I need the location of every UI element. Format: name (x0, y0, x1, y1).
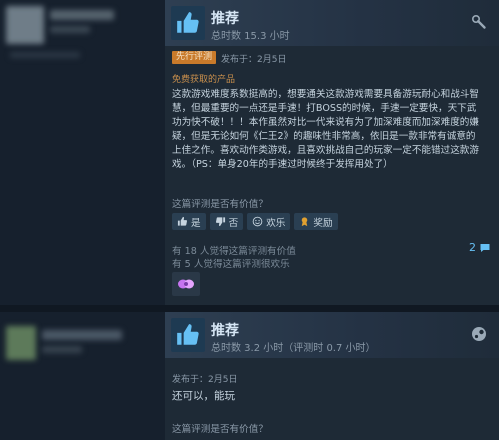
award-ribbon-icon (302, 217, 308, 227)
review-content-1: 推荐 总时数 15.3 小时 先行评测 发布于：2月5日 免费获取的产品 这款游… (165, 0, 499, 305)
reviewer-avatar[interactable] (6, 6, 44, 44)
comment-count: 2 (469, 241, 476, 254)
vote-buttons: 是 否 欢乐 奖励 (172, 213, 338, 230)
posted-date-2: 发布于：2月5日 (172, 375, 238, 385)
helpful-question-2: 这篇评测是否有价值？ (172, 424, 268, 435)
hours-on-record: 总时数 3.2 小时（评测时 0.7 小时） (211, 343, 376, 354)
early-access-badge: 先行评测 (172, 51, 217, 64)
vote-header-2[interactable]: 推荐 总时数 3.2 小时（评测时 0.7 小时） (165, 312, 499, 358)
award-icon (178, 279, 194, 289)
reviewer-info-blurred (0, 0, 160, 305)
reviewer-info-blurred-2 (0, 312, 160, 440)
steam-wrench-icon (471, 14, 486, 29)
review-divider (0, 305, 499, 312)
reviewer-name[interactable] (42, 330, 122, 340)
reviewer-meta (42, 346, 82, 353)
vote-header[interactable]: 推荐 总时数 15.3 小时 (165, 0, 499, 46)
vote-no-button[interactable]: 否 (209, 213, 244, 230)
reviewer-avatar[interactable] (6, 326, 36, 360)
helpful-count: 有 18 人觉得这篇评测有价值 (172, 246, 296, 257)
steam-logo-icon (472, 327, 486, 341)
helpful-question: 这篇评测是否有价值？ (172, 199, 268, 210)
vote-yes-button[interactable]: 是 (172, 213, 206, 230)
award-button[interactable]: 奖励 (294, 213, 338, 230)
vote-funny-label: 欢乐 (266, 217, 286, 229)
vote-yes-label: 是 (191, 217, 201, 229)
recommendation-title: 推荐 (211, 323, 239, 339)
thumbs-up-small-icon (177, 216, 188, 226)
reviewer-meta-2 (10, 52, 80, 58)
review-body-text: 这款游戏难度系数挺高的，想要通关这款游戏需要具备游玩耐心和战斗智慧，但最重要的一… (172, 89, 479, 170)
comments-link[interactable]: 2 (469, 241, 491, 254)
comment-bubble-icon (480, 243, 490, 252)
posted-date: 发布于：2月5日 (221, 55, 287, 65)
funny-count: 有 5 人觉得这篇评测很欢乐 (172, 259, 290, 270)
award-label: 奖励 (313, 217, 333, 229)
received-award-badge[interactable] (172, 272, 200, 296)
reviewer-name[interactable] (50, 10, 114, 20)
review-card-1: 推荐 总时数 15.3 小时 先行评测 发布于：2月5日 免费获取的产品 这款游… (0, 0, 499, 305)
smiley-icon (252, 216, 263, 227)
reviewer-meta (50, 26, 90, 33)
thumbs-up-icon (171, 318, 205, 352)
vote-funny-button[interactable]: 欢乐 (247, 213, 291, 230)
free-product-label: 免费获取的产品 (172, 75, 236, 85)
hours-on-record: 总时数 15.3 小时 (211, 31, 290, 42)
review-body-text-2: 还可以，能玩 (172, 390, 235, 402)
vote-no-label: 否 (228, 217, 239, 229)
thumbs-down-small-icon (215, 217, 225, 227)
recommendation-title: 推荐 (211, 11, 239, 27)
thumbs-up-icon (171, 6, 205, 40)
